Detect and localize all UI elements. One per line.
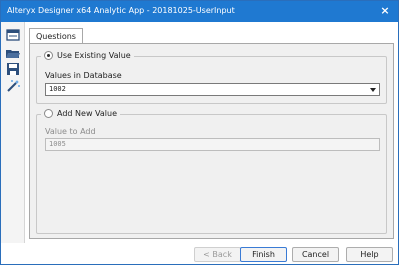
window-title: Alteryx Designer x64 Analytic App - 2018… xyxy=(7,6,235,15)
help-button[interactable]: Help xyxy=(346,247,393,262)
chevron-down-icon[interactable] xyxy=(370,88,376,92)
existing-value-group: Use Existing Value Values in Database 10… xyxy=(36,51,387,104)
value-to-add-text: 1005 xyxy=(49,140,66,148)
questions-panel: Use Existing Value Values in Database 10… xyxy=(29,43,394,239)
close-icon[interactable]: × xyxy=(378,4,392,18)
new-value-label: Add New Value xyxy=(57,109,117,118)
button-bar: < Back Finish Cancel Help xyxy=(1,243,398,264)
back-button[interactable]: < Back xyxy=(194,247,241,262)
magic-wand-icon[interactable] xyxy=(5,79,21,93)
values-in-database-dropdown[interactable]: 1002 xyxy=(45,83,380,96)
existing-value-label: Use Existing Value xyxy=(57,51,131,60)
side-toolbar xyxy=(1,22,25,264)
values-in-database-selected: 1002 xyxy=(49,85,66,93)
title-bar: Alteryx Designer x64 Analytic App - 2018… xyxy=(1,1,398,22)
app-window: Alteryx Designer x64 Analytic App - 2018… xyxy=(0,0,399,265)
finish-button[interactable]: Finish xyxy=(240,247,287,262)
cancel-button[interactable]: Cancel xyxy=(292,247,339,262)
open-folder-icon[interactable] xyxy=(5,46,21,60)
new-value-option[interactable]: Add New Value xyxy=(41,109,120,118)
save-icon[interactable] xyxy=(5,62,21,76)
new-value-group: Add New Value Value to Add 1005 xyxy=(36,109,387,234)
form-icon[interactable] xyxy=(5,28,21,42)
existing-value-radio[interactable] xyxy=(44,51,53,60)
tab-questions[interactable]: Questions xyxy=(29,28,83,44)
values-in-database-label: Values in Database xyxy=(45,71,122,80)
value-to-add-label: Value to Add xyxy=(45,127,96,136)
new-value-radio[interactable] xyxy=(44,109,53,118)
value-to-add-input[interactable]: 1005 xyxy=(45,138,380,151)
existing-value-option[interactable]: Use Existing Value xyxy=(41,51,134,60)
